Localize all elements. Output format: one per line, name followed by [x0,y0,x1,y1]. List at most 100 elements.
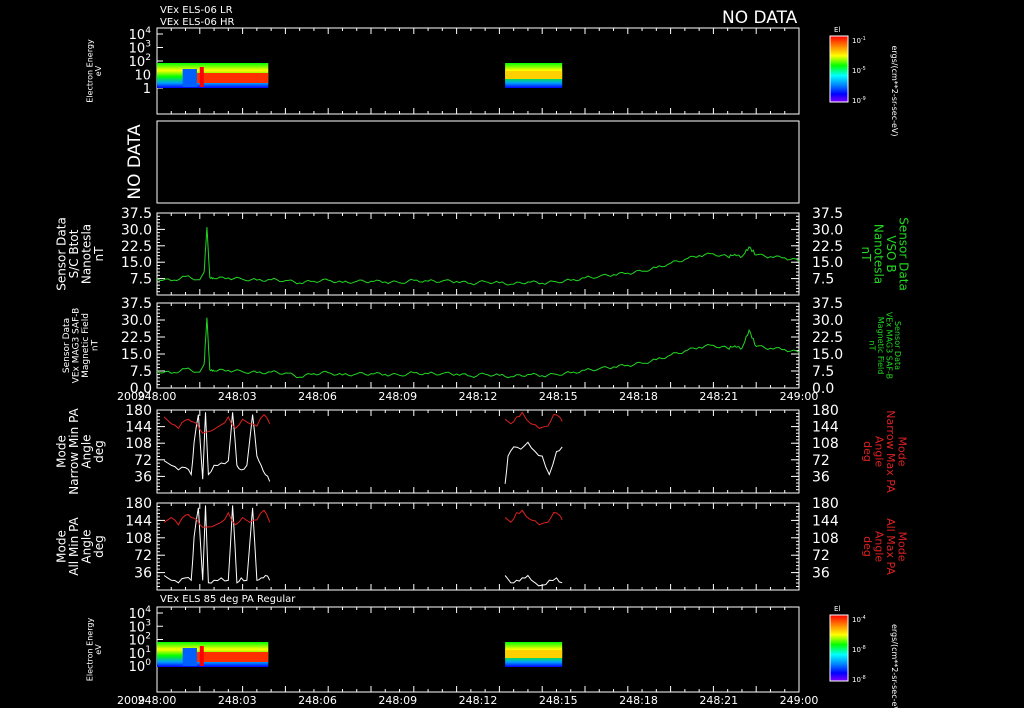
narrow_pa-right-label-line: deg [861,441,874,462]
all_pa-right-label-line: deg [861,536,874,557]
time-axis-tick-bottom: 248:12 [459,694,498,707]
els_spectrogram_bottom-colorbar-tick: 10-8 [852,645,866,654]
bmag_sc-ytick-label-left: 22.5 [121,239,152,255]
els_spectrogram_bottom-spectrogram-warm [505,650,563,658]
header-line2: VEx ELS-06 HR [160,17,235,28]
els_spectrogram_bottom-colorbar-unit: ergs/(cm**2-sr-sec-eV) [890,624,899,708]
bmag_sc-ytick-label-right: 22.5 [812,239,843,255]
els_spectrogram_bottom-colorbar-unit-group: ergs/(cm**2-sr-sec-eV) [890,624,899,708]
bmag_sc-ytick-label-left: 37.5 [121,206,152,222]
all_pa-ytick-label-right: 36 [812,566,830,582]
bmag_sc-ytick-label-left: 30.0 [121,222,152,238]
all_pa-ytick-label-right: 72 [812,548,830,564]
els_spectrogram_top-colorbar [829,35,849,103]
els_spectrogram_top-ylabel-line: eV [94,65,103,76]
bmag_sc-ytick-label-right: 37.5 [812,206,843,222]
narrow_pa-series-min [504,441,563,484]
els_spectrogram_top-colorbar-unit-group: ergs/(cm**2-sr-sec-eV) [890,45,899,136]
bmag_mag3-ytick-label-left: 7.5 [130,364,152,380]
bmag_mag3-ytick-label-left: 37.5 [121,296,152,312]
bmag_mag3-ytick-label-right: 7.5 [812,364,834,380]
els_spectrogram_bottom-ytick-label: 100 [129,658,152,675]
all_pa-ytick-label-left: 36 [134,566,152,582]
bmag_sc-ytick-label-right: 7.5 [812,272,834,288]
bmag_sc-series-b [156,227,800,286]
bmag_mag3-ytick-label-right: 30.0 [812,313,843,329]
axis-labels: 104103102101Electron Energy eVEl10-110-51… [54,26,910,708]
bmag_mag3-ytick-label-left: 22.5 [121,330,152,346]
all_pa-ytick-label-right: 108 [812,531,839,547]
bmag_mag3-right-label: Sensor DataVEx MAG3 SAF-BMagnetic Fieldn… [868,312,902,379]
all_pa-ytick-label-left: 108 [125,531,152,547]
bmag_mag3-ytick-label-right: 37.5 [812,296,843,312]
narrow_pa-ytick-label-left: 108 [125,436,152,452]
els_spectrogram_top-ytick-label: 1 [143,82,151,97]
time-axis-tick-mid: 248:18 [619,390,658,403]
els_spectrogram_top-colorbar-tick: 10-9 [852,96,866,105]
els_spectrogram_bottom-colorbar-title: El [834,605,840,613]
time-axis-tick-mid: 248:21 [699,390,738,403]
narrow_pa-ytick-label-right: 180 [812,403,839,419]
bmag_sc-right-label-line: nT [859,247,873,263]
time-axis-tick-mid: 248:06 [298,390,337,403]
no-data-frame [156,120,800,204]
all_pa-ytick-label-right: 144 [812,513,839,529]
time-axis-tick-bottom: 249:00 [780,694,819,707]
time-axis-tick-mid: 248:12 [459,390,498,403]
panel-frames [156,27,800,693]
plot-canvas: VEx ELS-06 LR VEx ELS-06 HR NO DATA 1041… [54,5,910,708]
top-no-data-label: NO DATA [722,8,798,28]
narrow_pa-ytick-label-left: 144 [125,420,152,436]
els_spectrogram_top-spectrogram-spike [199,67,204,87]
els_spectrogram_bottom-ylabel: Electron Energy eV [86,618,103,682]
all_pa-ylabel-line: deg [92,535,106,558]
time-axis-tick-bottom: 248:15 [539,694,578,707]
els_spectrogram_bottom-spectrogram-hot [196,652,269,662]
narrow_pa-ylabel-line: deg [92,440,106,463]
narrow_pa-series-max [504,411,563,429]
bmag_sc-ytick-label-right: 30.0 [812,222,843,238]
all_pa-ytick-label-left: 72 [134,548,152,564]
els_spectrogram_top-colorbar-title: El [834,26,840,34]
els_spectrogram_bottom-title: VEx ELS 85 deg PA Regular [160,594,296,605]
els_spectrogram_bottom-colorbar-tick: 10-4 [852,615,866,624]
all_pa-ytick-label-left: 180 [125,496,152,512]
bmag_sc-ytick-label-right: 15.0 [812,255,843,271]
narrow_pa-right-label: ModeNarrow Max PAAngledeg [861,410,909,493]
els_spectrogram_top-colorbar-tick: 10-5 [852,66,866,75]
time-axis-tick-mid: 248:15 [539,390,578,403]
els_spectrogram_top-spectrogram-hot [196,73,269,83]
narrow_pa-ytick-label-left: 180 [125,403,152,419]
narrow_pa-ytick-label-left: 36 [134,469,152,485]
time-axis-tick-bottom: 248:03 [218,694,257,707]
bmag_mag3-ytick-label-left: 15.0 [121,347,152,363]
all_pa-ytick-label-right: 180 [812,496,839,512]
all_pa-ytick-label-left: 144 [125,513,152,529]
els_spectrogram_top-spectrogram-cool [182,69,197,87]
no-data-group: NO DATA [125,124,145,200]
bmag_sc-ylabel-line: nT [92,246,106,262]
time-axis-tick-mid: 249:00 [780,390,819,403]
els_spectrogram_top-spectrogram-warm [505,71,563,79]
els_spectrogram_bottom-colorbar-tick: 10-8 [852,675,866,684]
all_pa-ylabel: ModeAll Min PAAngledeg [54,516,106,575]
narrow_pa-ytick-label-right: 36 [812,469,830,485]
narrow_pa-ytick-label-left: 72 [134,453,152,469]
bmag_mag3-ylabel-line: nT [90,339,100,351]
time-axis-tick-bottom: 248:00 [138,694,177,707]
els_spectrogram_bottom-spectrogram-cool [182,648,197,666]
header-line1: VEx ELS-06 LR [160,5,233,16]
time-axis-tick-bottom: 248:06 [298,694,337,707]
bmag_sc-ylabel: Sensor DataS/C BtotNanoteslanT [54,217,106,291]
els_spectrogram_bottom-spectrogram-spike [199,646,204,666]
bmag_mag3-ylabel: Sensor Data VEx MAG3 SAF-B Magnetic Field n… [62,308,100,384]
all_pa-series-min [163,505,271,584]
time-axis-tick-mid: 248:09 [378,390,417,403]
bmag_mag3-ytick-label-right: 22.5 [812,330,843,346]
data-marks [156,35,849,682]
els_spectrogram_top-colorbar-unit: ergs/(cm**2-sr-sec-eV) [890,45,899,136]
bmag_mag3-ytick-label-left: 30.0 [121,313,152,329]
all_pa-series-max [504,509,563,526]
bmag_mag3-ytick-label-right: 15.0 [812,347,843,363]
narrow_pa-ytick-label-right: 108 [812,436,839,452]
